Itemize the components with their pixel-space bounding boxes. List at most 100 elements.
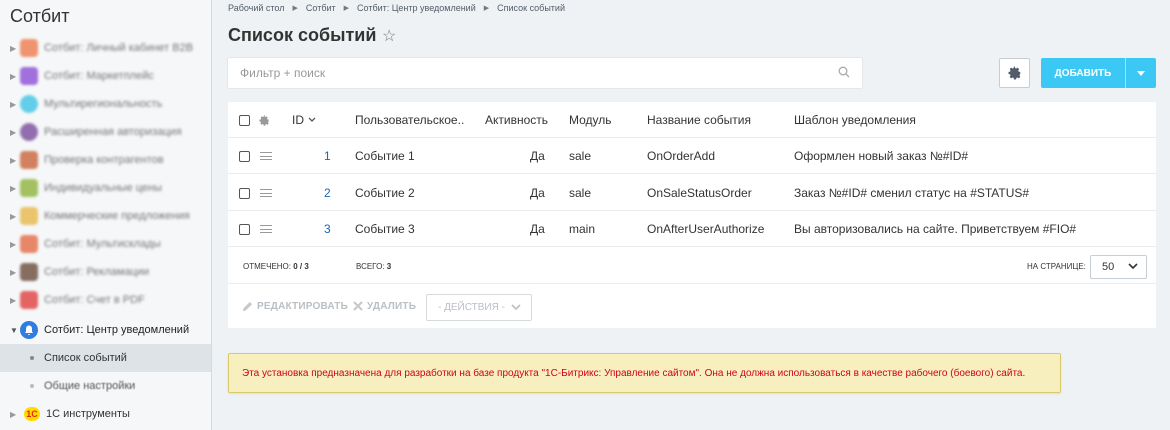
- sidebar-item-1c-tools[interactable]: ▶ 1С 1С инструменты: [0, 400, 211, 428]
- expand-arrow-icon[interactable]: ▶: [10, 212, 20, 221]
- edit-button[interactable]: РЕДАКТИРОВАТЬ: [242, 284, 348, 328]
- sidebar-item-label: Сотбит: Мультисклады: [44, 238, 161, 250]
- breadcrumb-separator-icon: ▶: [292, 5, 298, 12]
- bullet-icon: [30, 356, 34, 360]
- expand-arrow-icon[interactable]: ▶: [10, 72, 20, 81]
- module-icon: [20, 39, 38, 57]
- sidebar: Сотбит ▶ Сотбит: Личный кабинет B2B ▶ Со…: [0, 0, 212, 430]
- sidebar-item-pdf[interactable]: ▶ Сотбит: Счет в PDF: [0, 286, 211, 314]
- add-button-label: ДОБАВИТЬ: [1054, 67, 1112, 79]
- row-id[interactable]: 2: [324, 175, 331, 211]
- actions-select[interactable]: - ДЕЙСТВИЯ -: [426, 294, 532, 321]
- table-row[interactable]: 3 Событие 3 Да main OnAfterUserAuthorize…: [228, 211, 1156, 247]
- sidebar-item-contractors[interactable]: ▶ Проверка контрагентов: [0, 146, 211, 174]
- module-icon: [20, 67, 38, 85]
- expand-arrow-icon[interactable]: ▶: [10, 296, 20, 305]
- row-checkbox[interactable]: [239, 223, 250, 235]
- search-icon[interactable]: [838, 66, 850, 78]
- filter-placeholder: Фильтр + поиск: [240, 66, 326, 80]
- expand-arrow-icon[interactable]: ▶: [10, 410, 20, 419]
- row-user: Событие 1: [355, 149, 415, 163]
- column-header-user[interactable]: Пользовательское...: [355, 102, 465, 138]
- column-header-active[interactable]: Активность: [485, 102, 548, 138]
- module-icon: [20, 207, 38, 225]
- breadcrumb-item[interactable]: Рабочий стол: [228, 3, 285, 14]
- expand-arrow-icon[interactable]: ▶: [10, 268, 20, 277]
- sidebar-item-label: Индивидуальные цены: [44, 182, 163, 194]
- row-user: Событие 3: [355, 222, 415, 236]
- sidebar-item-label: 1С инструменты: [46, 408, 130, 420]
- table-row[interactable]: 2 Событие 2 Да sale OnSaleStatusOrder За…: [228, 175, 1156, 211]
- drag-handle-icon[interactable]: [260, 189, 272, 197]
- sidebar-item-label: Расширенная авторизация: [44, 126, 182, 138]
- sidebar-subitem-settings[interactable]: Общие настройки: [0, 372, 211, 400]
- expand-arrow-icon[interactable]: ▶: [10, 100, 20, 109]
- row-active: Да: [530, 149, 545, 163]
- module-icon: [20, 95, 38, 113]
- dev-warning-banner: Эта установка предназначена для разработ…: [228, 353, 1061, 393]
- events-grid: ID Пользовательское... Активность Модуль…: [228, 102, 1156, 328]
- column-header-template[interactable]: Шаблон уведомления: [794, 102, 916, 138]
- expand-arrow-icon[interactable]: ▶: [10, 44, 20, 53]
- expand-arrow-icon[interactable]: ▶: [10, 240, 20, 249]
- breadcrumb-item[interactable]: Список событий: [497, 3, 565, 14]
- row-checkbox[interactable]: [239, 150, 250, 162]
- delete-button[interactable]: УДАЛИТЬ: [353, 284, 416, 328]
- row-event: OnSaleStatusOrder: [647, 186, 752, 200]
- collapse-arrow-icon[interactable]: ▼: [10, 326, 20, 335]
- row-checkbox[interactable]: [239, 187, 250, 199]
- breadcrumb: Рабочий стол ▶ Сотбит ▶ Сотбит: Центр ув…: [228, 3, 565, 14]
- sidebar-item-multiregion[interactable]: ▶ Мультирегиональность: [0, 90, 211, 118]
- row-id[interactable]: 3: [324, 211, 331, 247]
- add-button[interactable]: ДОБАВИТЬ: [1041, 58, 1156, 88]
- sidebar-item-claims[interactable]: ▶ Сотбит: Рекламации: [0, 258, 211, 286]
- breadcrumb-item[interactable]: Сотбит: Центр уведомлений: [357, 3, 476, 14]
- sidebar-item-prices[interactable]: ▶ Индивидуальные цены: [0, 174, 211, 202]
- column-header-id[interactable]: ID: [292, 102, 316, 138]
- grid-header-row: ID Пользовательское... Активность Модуль…: [228, 102, 1156, 138]
- row-event: OnOrderAdd: [647, 149, 716, 163]
- total-count: ВСЕГО: 3: [356, 261, 392, 271]
- chevron-down-icon: [511, 304, 521, 311]
- sidebar-item-auth[interactable]: ▶ Расширенная авторизация: [0, 118, 211, 146]
- main-content: Рабочий стол ▶ Сотбит ▶ Сотбит: Центр ув…: [212, 0, 1170, 430]
- row-id[interactable]: 1: [324, 138, 331, 174]
- sidebar-item-offers[interactable]: ▶ Коммерческие предложения: [0, 202, 211, 230]
- row-user: Событие 2: [355, 186, 415, 200]
- filter-search-input[interactable]: Фильтр + поиск: [228, 58, 862, 88]
- select-all-checkbox[interactable]: [239, 114, 250, 126]
- add-dropdown-toggle[interactable]: [1126, 70, 1156, 76]
- settings-button[interactable]: [999, 58, 1030, 88]
- sidebar-subitem-events[interactable]: Список событий: [0, 344, 211, 372]
- breadcrumb-item[interactable]: Сотбит: [306, 3, 336, 14]
- row-module: sale: [569, 186, 592, 200]
- caret-down-icon: [1137, 70, 1145, 76]
- drag-handle-icon[interactable]: [260, 152, 272, 160]
- star-icon[interactable]: ☆: [382, 26, 396, 46]
- sidebar-item-label: Сотбит: Личный кабинет B2B: [44, 42, 194, 54]
- expand-arrow-icon[interactable]: ▶: [10, 156, 20, 165]
- expand-arrow-icon[interactable]: ▶: [10, 184, 20, 193]
- per-page-select[interactable]: 50: [1090, 255, 1147, 279]
- gear-icon[interactable]: [259, 114, 270, 126]
- row-event: OnAfterUserAuthorize: [647, 222, 765, 236]
- sidebar-item-notifications[interactable]: ▼ Сотбит: Центр уведомлений: [0, 316, 211, 344]
- column-header-event[interactable]: Название события: [647, 102, 751, 138]
- sidebar-item-marketplace[interactable]: ▶ Сотбит: Маркетплейс: [0, 62, 211, 90]
- sidebar-item-warehouses[interactable]: ▶ Сотбит: Мультисклады: [0, 230, 211, 258]
- sidebar-item-label: Сотбит: Маркетплейс: [44, 70, 154, 82]
- drag-handle-icon[interactable]: [260, 225, 272, 233]
- table-row[interactable]: 1 Событие 1 Да sale OnOrderAdd Оформлен …: [228, 138, 1156, 174]
- column-header-module[interactable]: Модуль: [569, 102, 612, 138]
- expand-arrow-icon[interactable]: ▶: [10, 128, 20, 137]
- sidebar-item-label: Коммерческие предложения: [44, 210, 190, 222]
- sidebar-item-label: Мультирегиональность: [44, 98, 163, 110]
- sort-down-icon: [308, 117, 316, 122]
- grid-footer: ОТМЕЧЕНО: 0 / 3 ВСЕГО: 3 НА СТРАНИЦЕ:: [228, 248, 1156, 284]
- page-title: Список событий: [228, 25, 377, 45]
- sidebar-item-b2b[interactable]: ▶ Сотбит: Личный кабинет B2B: [0, 34, 211, 62]
- breadcrumb-separator-icon: ▶: [343, 5, 350, 12]
- per-page-label: НА СТРАНИЦЕ:: [1027, 261, 1086, 271]
- module-icon: [20, 235, 38, 253]
- row-template: Оформлен новый заказ №#ID#: [794, 149, 969, 163]
